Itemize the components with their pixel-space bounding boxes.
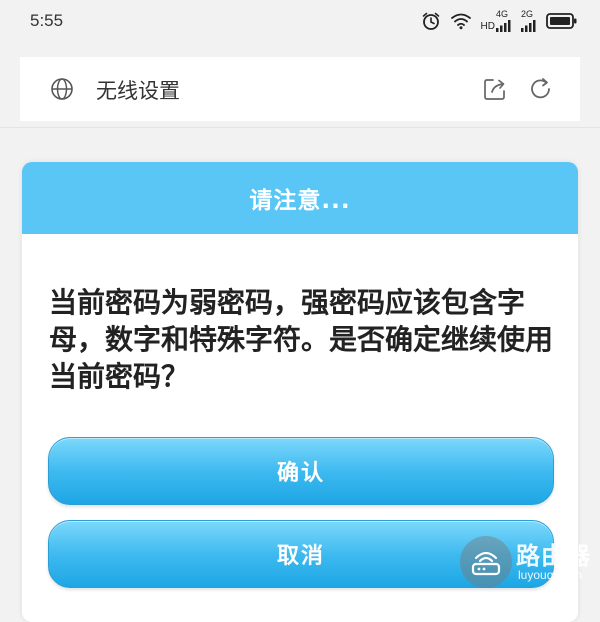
status-icons: HD 4G 2G (421, 10, 578, 32)
watermark: 路由器 luyouqi.com (456, 534, 600, 590)
watermark-domain: luyouqi.com (518, 568, 583, 582)
hd-label: HD (480, 21, 495, 32)
status-bar: 5:55 HD 4G 2G (0, 0, 600, 46)
signal-group-2: 2G (521, 10, 537, 32)
wifi-icon (450, 12, 472, 30)
globe-icon (50, 77, 74, 105)
address-bar[interactable]: 无线设置 (20, 57, 580, 121)
status-time: 5:55 (30, 11, 64, 30)
watermark-name: 路由器 (516, 542, 591, 570)
alarm-icon (421, 11, 441, 31)
router-logo-icon (460, 536, 512, 588)
confirm-button-label: 确认 (276, 461, 325, 486)
network-label-4g: 4G (496, 9, 509, 19)
cancel-button-label: 取消 (276, 544, 325, 569)
signal-group-1: HD 4G (481, 10, 512, 32)
network-label-2g: 2G (521, 9, 534, 19)
page-title: 无线设置 (96, 79, 180, 103)
divider (0, 127, 600, 128)
share-icon[interactable] (482, 76, 508, 106)
signal-bars-icon (496, 20, 512, 32)
signal-bars-icon (521, 20, 537, 32)
refresh-icon[interactable] (528, 76, 554, 106)
battery-icon (546, 12, 578, 30)
dialog-header: 请注意... (22, 162, 578, 234)
dialog-message: 当前密码为弱密码，强密码应该包含字母，数字和特殊字符。是否确定继续使用当前密码？ (49, 286, 554, 393)
dialog-title: 请注意... (249, 188, 351, 214)
confirm-button[interactable]: 确认 (48, 437, 554, 505)
